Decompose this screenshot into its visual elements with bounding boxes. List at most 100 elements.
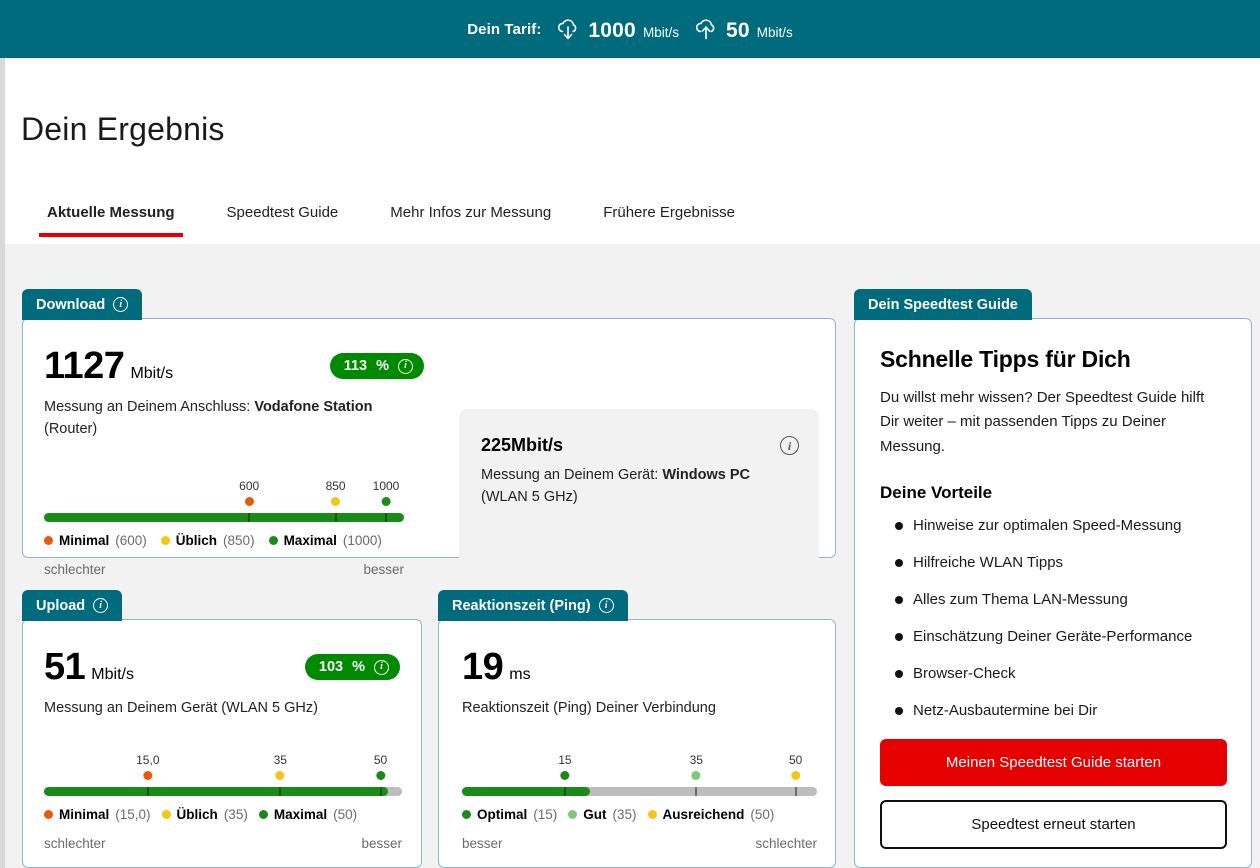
guide-card-title: Dein Speedtest Guide xyxy=(868,296,1018,313)
guide-benefits-list: Hinweise zur optimalen Speed-Messung Hil… xyxy=(880,517,1227,720)
info-icon[interactable] xyxy=(113,297,129,312)
download-scale-marks: 600 850 1000 xyxy=(44,479,404,513)
download-tick-3 xyxy=(385,513,387,522)
info-icon[interactable] xyxy=(598,598,614,613)
legend-item-maximal: Maximal (1000) xyxy=(268,533,382,548)
tab-fruehere-ergebnisse[interactable]: Frühere Ergebnisse xyxy=(577,204,761,237)
ping-mark-optimal-label: 15 xyxy=(558,753,572,767)
legend-item-gut: Gut (35) xyxy=(568,807,637,822)
upload-mark-maximal-label: 50 xyxy=(373,753,388,767)
info-icon[interactable] xyxy=(780,436,799,455)
info-icon[interactable] xyxy=(374,659,389,675)
tab-mehr-infos[interactable]: Mehr Infos zur Messung xyxy=(364,204,577,237)
download-connection-name: Vodafone Station xyxy=(254,399,373,415)
legend-item-minimal: Minimal (15,0) xyxy=(44,807,151,822)
upload-scale-track xyxy=(44,787,402,796)
guide-card-header: Dein Speedtest Guide xyxy=(854,289,1032,320)
ping-scale-right-end: schlechter xyxy=(755,836,817,851)
download-scale-ticks xyxy=(44,513,404,522)
download-scale-left-end: schlechter xyxy=(44,562,106,577)
ping-tick-3 xyxy=(795,787,797,796)
tab-bar: Aktuelle Messung Speedtest Guide Mehr In… xyxy=(21,204,761,237)
upload-mark-ueblich-dot xyxy=(275,771,285,780)
ping-scale-track xyxy=(462,787,817,796)
download-mark-ueblich-label: 850 xyxy=(325,479,346,493)
upload-scale-marks: 15,0 35 50 xyxy=(44,753,402,787)
download-scale-right-end: besser xyxy=(363,562,404,577)
upload-percent-value: 103 xyxy=(318,659,344,675)
ping-mark-optimal-dot xyxy=(560,771,570,780)
legend-item-ausreichend: Ausreichend (50) xyxy=(647,807,774,822)
ping-mark-gut: 35 xyxy=(690,753,703,780)
upload-percent-symbol: % xyxy=(352,659,365,675)
legend-value-minimal: (15,0) xyxy=(115,807,151,822)
download-tick-1 xyxy=(248,513,250,522)
upload-scale-ends: schlechter besser xyxy=(44,836,402,851)
legend-value-maximal: (1000) xyxy=(342,533,382,548)
speedtest-result-page: Dein Tarif: 1000 Mbit/s 50 Mbit/s Dein E… xyxy=(0,0,1260,868)
ping-scale-marks: 15 35 50 xyxy=(462,753,817,787)
download-percent-badge[interactable]: 113 % xyxy=(329,353,424,379)
legend-label-maximal: Maximal xyxy=(283,533,337,548)
upload-mark-minimal-label: 15,0 xyxy=(136,753,160,767)
legend-label-minimal: Minimal xyxy=(59,533,110,548)
legend-label-optimal: Optimal xyxy=(477,807,528,822)
download-unit: Mbit/s xyxy=(130,365,174,382)
page-header-area: Dein Ergebnis Aktuelle Messung Speedtest… xyxy=(5,58,1260,244)
legend-dot-gut xyxy=(568,810,578,819)
legend-dot-ueblich xyxy=(161,810,171,819)
ping-mark-ausreichend-dot xyxy=(791,771,801,780)
upload-legend: Minimal (15,0) Üblich (35) Maximal (50) xyxy=(44,807,402,822)
download-description-suffix: (Router) xyxy=(44,421,98,438)
download-card-title: Download xyxy=(36,296,106,313)
ping-mark-ausreichend-label: 50 xyxy=(789,753,803,767)
tariff-download-value: 1000 xyxy=(588,19,636,42)
legend-dot-optimal xyxy=(462,810,471,819)
download-device-value-row: 225Mbit/s xyxy=(481,435,799,456)
legend-label-ausreichend: Ausreichend xyxy=(662,807,745,822)
download-mark-minimal-dot xyxy=(244,497,254,506)
page-title: Dein Ergebnis xyxy=(21,111,225,147)
upload-value: 51 xyxy=(44,646,86,688)
download-mark-maximal: 1000 xyxy=(373,479,399,506)
ping-mark-gut-dot xyxy=(691,771,701,780)
tariff-upload-unit: Mbit/s xyxy=(756,25,793,40)
info-icon[interactable] xyxy=(398,358,413,374)
legend-value-optimal: (15) xyxy=(533,807,558,822)
download-value-group: 1127 Mbit/s xyxy=(44,347,173,385)
upload-primary-metric: 51 Mbit/s 103 % Messung an Deinem Gerät (… xyxy=(44,648,400,719)
download-percent-symbol: % xyxy=(376,358,389,374)
legend-value-ueblich: (35) xyxy=(223,807,248,822)
download-scale-ends: schlechter besser xyxy=(44,562,404,577)
tab-speedtest-guide[interactable]: Speedtest Guide xyxy=(201,204,365,237)
tariff-upload: 50 Mbit/s xyxy=(693,15,793,43)
cloud-download-icon xyxy=(555,19,581,46)
ping-primary-metric: 19 ms Reaktionszeit (Ping) Deiner Verbind… xyxy=(462,648,814,719)
tariff-download: 1000 Mbit/s xyxy=(555,15,679,43)
tab-aktuelle-messung[interactable]: Aktuelle Messung xyxy=(21,204,201,237)
upload-unit: Mbit/s xyxy=(91,666,134,683)
guide-card-body: Schnelle Tipps für Dich Du willst mehr w… xyxy=(880,346,1227,849)
download-primary-metric: 1127 Mbit/s 113 % Messung an Deinem Ansch… xyxy=(44,347,424,441)
guide-benefits-title: Deine Vorteile xyxy=(880,482,993,502)
ping-scale-left-end: besser xyxy=(462,836,503,851)
ping-tick-2 xyxy=(695,787,697,796)
upload-mark-maximal-dot xyxy=(376,771,386,780)
download-percent-value: 113 xyxy=(343,358,368,374)
start-speedtest-guide-button[interactable]: Meinen Speedtest Guide starten xyxy=(880,738,1227,786)
upload-card-title: Upload xyxy=(36,597,86,614)
upload-percent-badge[interactable]: 103 % xyxy=(304,654,400,680)
legend-dot-minimal xyxy=(44,810,53,819)
list-item: Alles zum Thema LAN-Messung xyxy=(880,591,1227,609)
legend-value-minimal: (600) xyxy=(115,533,147,548)
restart-speedtest-button[interactable]: Speedtest erneut starten xyxy=(880,799,1227,849)
tariff-bar: Dein Tarif: 1000 Mbit/s 50 Mbit/s xyxy=(0,0,1260,58)
legend-dot-ausreichend xyxy=(647,810,657,819)
upload-card: Upload 51 Mbit/s 103 % Messung an Deinem … xyxy=(22,590,422,868)
info-icon[interactable] xyxy=(93,598,109,613)
legend-label-ueblich: Üblich xyxy=(175,533,218,548)
ping-card: Reaktionszeit (Ping) 19 ms Reaktionszeit … xyxy=(438,590,836,868)
ping-description: Reaktionszeit (Ping) Deiner Verbindung xyxy=(462,700,716,716)
list-item: Hinweise zur optimalen Speed-Messung xyxy=(880,517,1227,535)
ping-tick-1 xyxy=(564,787,566,796)
